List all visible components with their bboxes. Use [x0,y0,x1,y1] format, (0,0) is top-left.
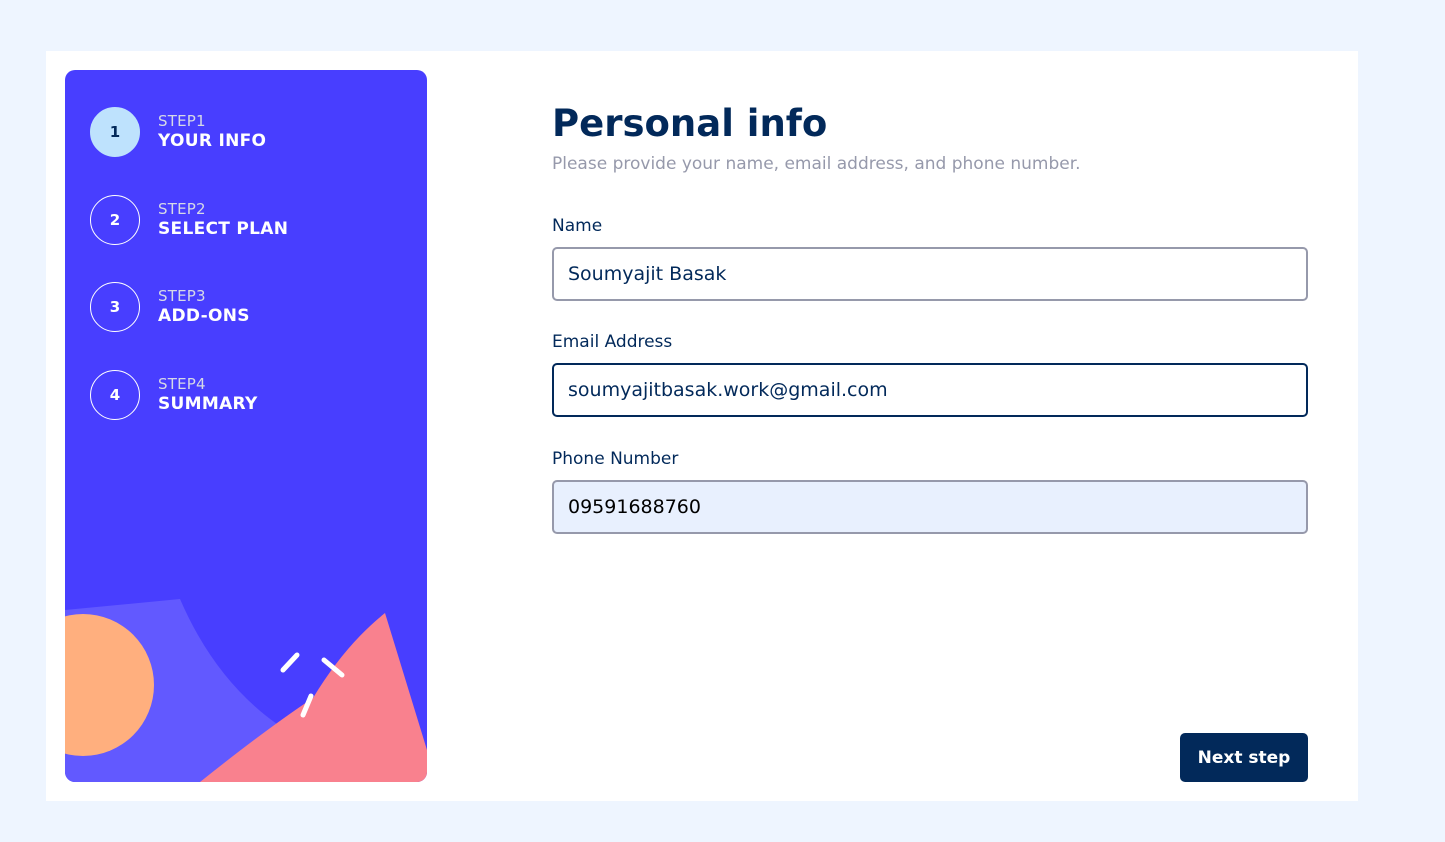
step-label: STEP3 [158,287,206,305]
deco-dash-1 [280,652,300,673]
step-your-info[interactable]: 1 STEP1 YOUR INFO [90,107,288,157]
phone-field-group: Phone Number [552,448,1308,534]
form-card: 1 STEP1 YOUR INFO 2 STEP2 SELECT PLAN 3 … [46,51,1358,801]
step-number: 2 [90,194,140,245]
step-sidebar: 1 STEP1 YOUR INFO 2 STEP2 SELECT PLAN 3 … [65,70,427,782]
name-field-group: Name [552,215,1308,301]
steps-list: 1 STEP1 YOUR INFO 2 STEP2 SELECT PLAN 3 … [90,107,288,457]
email-input[interactable] [552,363,1308,417]
email-field-group: Email Address [552,331,1308,417]
step-summary[interactable]: 4 STEP4 SUMMARY [90,369,288,420]
form-panel: Personal info Please provide your name, … [552,51,1308,801]
step-number: 1 [90,107,140,157]
step-add-ons[interactable]: 3 STEP3 ADD-ONS [90,282,288,332]
step-label: STEP1 [158,112,206,130]
page-subtitle: Please provide your name, email address,… [552,154,1081,174]
name-input[interactable] [552,247,1308,301]
step-title: SELECT PLAN [158,218,289,239]
phone-label: Phone Number [552,449,679,469]
step-select-plan[interactable]: 2 STEP2 SELECT PLAN [90,194,289,245]
step-label: STEP2 [158,199,206,218]
step-title: YOUR INFO [158,131,267,151]
step-title: ADD-ONS [158,306,250,326]
step-number: 3 [90,282,140,332]
next-step-button[interactable]: Next step [1180,733,1308,782]
step-title: SUMMARY [158,393,258,414]
step-label: STEP4 [158,374,206,393]
email-label: Email Address [552,332,673,352]
phone-input[interactable] [552,480,1308,534]
name-label: Name [552,216,603,236]
page-title: Personal info [552,102,828,145]
step-number: 4 [90,369,140,420]
